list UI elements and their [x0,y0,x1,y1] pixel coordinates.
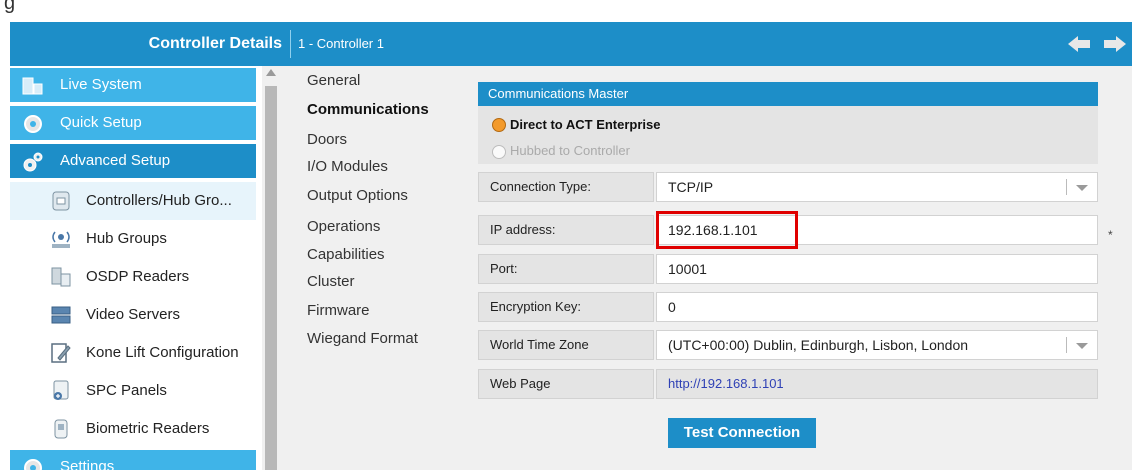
controller-name: 1 - Controller 1 [298,36,384,51]
test-connection-button[interactable]: Test Connection [668,418,816,448]
dropdown-divider [1066,179,1067,195]
header-divider [290,30,291,58]
sidebar-section-advanced-setup[interactable]: Advanced Setup [10,144,256,178]
port-input[interactable]: 10001 [656,254,1098,284]
connection-type-select[interactable]: TCP/IP [656,172,1098,202]
sidebar-item-label: Hub Groups [86,230,167,247]
encryption-key-label: Encryption Key: [478,292,654,322]
sidebar: Live System Quick Setup Advanced Setup C… [10,66,256,470]
gear-icon [24,115,42,133]
radio-unselected-icon [492,145,506,159]
gears-icon [23,152,43,172]
subnav-io-modules[interactable]: I/O Modules [307,158,388,175]
subnav-output-options[interactable]: Output Options [307,187,408,204]
ip-address-label: IP address: [478,215,654,245]
header-bar: Controller Details 1 - Controller 1 [10,22,1132,66]
sidebar-item-biometric-readers[interactable]: Biometric Readers [10,410,256,448]
sidebar-item-controllers-hub-groups[interactable]: Controllers/Hub Gro... [10,182,256,220]
sidebar-item-label: OSDP Readers [86,268,190,285]
osdp-reader-icon [51,267,71,287]
sidebar-section-live-system[interactable]: Live System [10,68,256,102]
radio-selected-icon[interactable] [492,118,506,132]
web-page-link[interactable]: http://192.168.1.101 [656,369,1098,399]
chevron-down-icon[interactable] [1076,343,1088,349]
world-time-zone-select[interactable]: (UTC+00:00) Dublin, Edinburgh, Lisbon, L… [656,330,1098,360]
sidebar-item-label: Video Servers [86,306,180,323]
chevron-down-icon[interactable] [1076,185,1088,191]
encryption-key-input[interactable]: 0 [656,292,1098,322]
dropdown-divider [1066,337,1067,353]
radio-label: Direct to ACT Enterprise [510,117,661,132]
sidebar-section-label: Live System [60,76,142,93]
required-marker: * [1108,228,1113,242]
subnav-general[interactable]: General [307,72,360,89]
sidebar-section-quick-setup[interactable]: Quick Setup [10,106,256,140]
scrollbar-thumb[interactable] [265,86,277,470]
sidebar-item-label: SPC Panels [86,382,167,399]
radio-label: Hubbed to Controller [510,143,630,158]
subnav-wiegand-format[interactable]: Wiegand Format [307,330,418,347]
live-system-icon [22,77,43,95]
sidebar-item-spc-panels[interactable]: SPC Panels [10,372,256,410]
sidebar-item-osdp-readers[interactable]: OSDP Readers [10,258,256,296]
settings-subnav: General Communications Doors I/O Modules… [280,66,450,470]
sidebar-item-kone-lift-configuration[interactable]: Kone Lift Configuration [10,334,256,372]
sidebar-item-label: Kone Lift Configuration [86,344,239,361]
subnav-doors[interactable]: Doors [307,131,347,148]
world-time-zone-label: World Time Zone [478,330,654,360]
biometric-reader-icon [54,419,68,439]
subnav-communications[interactable]: Communications [307,101,429,118]
cropped-text: g [4,0,16,14]
page-title: Controller Details [148,35,282,52]
lift-config-icon [51,343,71,363]
sidebar-section-settings[interactable]: Settings [10,450,256,470]
time-zone-dropdown[interactable] [1066,330,1098,360]
sidebar-section-label: Quick Setup [60,114,142,131]
connection-type-label: Connection Type: [478,172,654,202]
sidebar-scrollbar[interactable] [262,66,280,470]
highlight-box [656,211,798,249]
top-crop-strip: g [0,0,1132,18]
connection-type-dropdown[interactable] [1066,172,1098,202]
sidebar-item-label: Biometric Readers [86,420,210,437]
subnav-capabilities[interactable]: Capabilities [307,246,385,263]
scroll-up-arrow-icon[interactable] [266,69,276,76]
video-server-icon [51,306,71,324]
sidebar-section-label: Settings [60,458,115,470]
sidebar-item-label: Controllers/Hub Gro... [86,192,232,209]
controller-icon [52,191,70,211]
subnav-operations[interactable]: Operations [307,218,380,235]
back-arrow-icon[interactable] [1068,34,1092,54]
subnav-firmware[interactable]: Firmware [307,302,370,319]
sidebar-item-video-servers[interactable]: Video Servers [10,296,256,334]
web-page-label: Web Page [478,369,654,399]
sidebar-section-label: Advanced Setup [60,152,171,169]
spc-panel-icon [53,380,69,400]
forward-arrow-icon[interactable] [1102,34,1126,54]
wireless-hub-icon [52,231,70,248]
sidebar-item-hub-groups[interactable]: Hub Groups [10,220,256,258]
port-label: Port: [478,254,654,284]
subnav-cluster[interactable]: Cluster [307,273,355,290]
settings-gear-icon [24,459,42,470]
communications-master-header: Communications Master [478,82,1098,106]
